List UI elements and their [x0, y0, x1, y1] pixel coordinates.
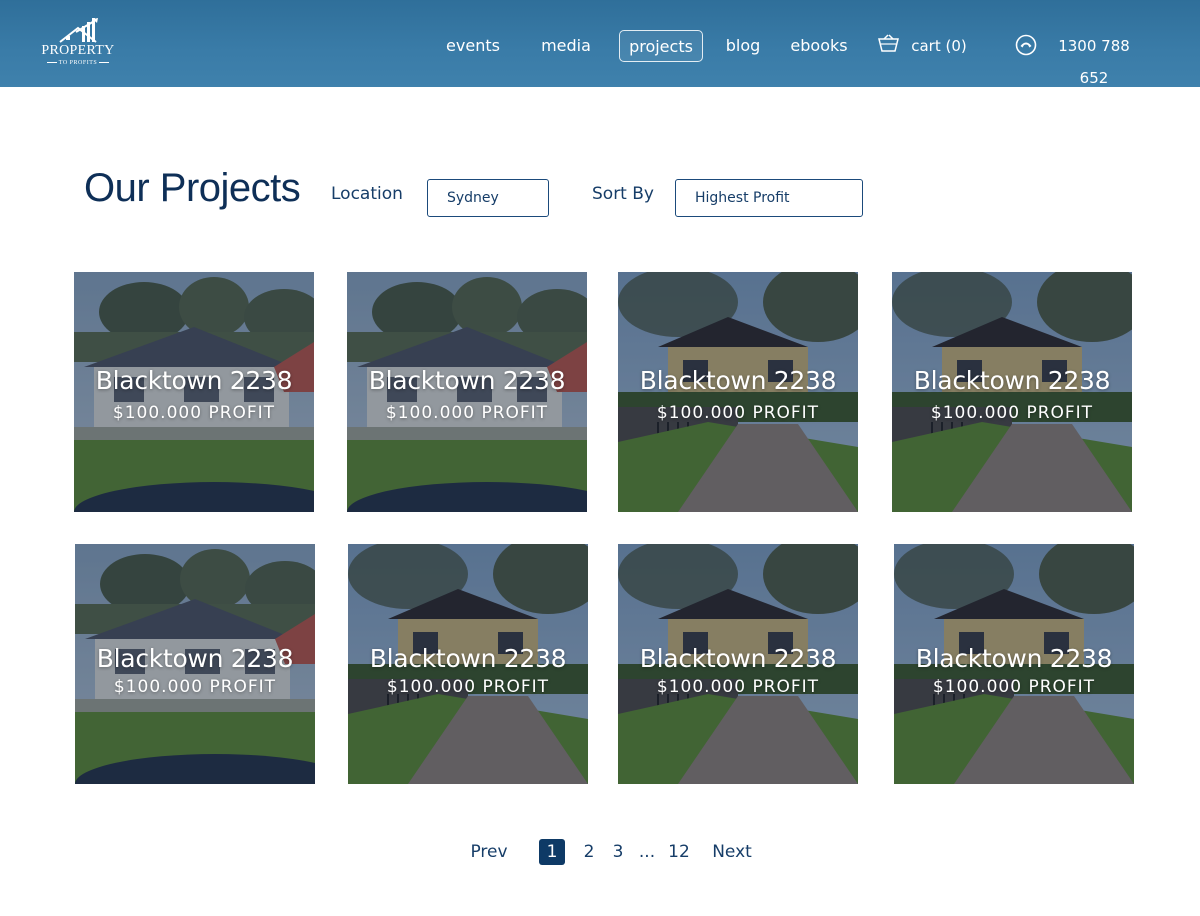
pagination-page-12[interactable]: 12	[666, 839, 692, 865]
phone-icon	[1015, 34, 1037, 56]
sort-select-value: Highest Profit	[695, 190, 790, 206]
project-profit: $100.000 PROFIT	[385, 403, 549, 423]
project-title: Blacktown 2238	[368, 366, 566, 395]
nav-media[interactable]: media	[538, 30, 594, 62]
cart-icon[interactable]	[878, 34, 899, 54]
project-title: Blacktown 2238	[915, 644, 1113, 673]
project-title: Blacktown 2238	[913, 366, 1111, 395]
nav-ebooks[interactable]: ebooks	[788, 30, 850, 62]
project-card[interactable]: Blacktown 2238 $100.000 PROFIT	[618, 272, 858, 512]
project-card[interactable]: Blacktown 2238 $100.000 PROFIT	[347, 272, 587, 512]
project-profit: $100.000 PROFIT	[113, 677, 277, 697]
site-header: PROPERTY TO PROFITS events media project…	[0, 0, 1200, 87]
location-select-value: Sydney	[447, 190, 499, 206]
pagination-page-1[interactable]: 1	[539, 839, 565, 865]
nav-events[interactable]: events	[444, 30, 502, 62]
pagination-prev[interactable]: Prev	[468, 839, 510, 865]
project-title: Blacktown 2238	[639, 644, 837, 673]
project-profit: $100.000 PROFIT	[112, 403, 276, 423]
project-profit: $100.000 PROFIT	[386, 677, 550, 697]
project-card[interactable]: Blacktown 2238 $100.000 PROFIT	[75, 544, 315, 784]
pagination-next[interactable]: Next	[710, 839, 754, 865]
location-select[interactable]: Sydney	[427, 179, 549, 217]
project-title: Blacktown 2238	[639, 366, 837, 395]
pagination-page-2[interactable]: 2	[579, 839, 599, 865]
nav-phone[interactable]: 1300 788 652	[1042, 30, 1146, 87]
nav-blog[interactable]: blog	[722, 30, 764, 62]
pagination-page-3[interactable]: 3	[608, 839, 628, 865]
logo-wordmark: PROPERTY	[41, 43, 115, 58]
project-profit: $100.000 PROFIT	[656, 403, 820, 423]
pagination-ellipsis: ...	[638, 842, 656, 862]
project-title: Blacktown 2238	[96, 644, 294, 673]
project-card[interactable]: Blacktown 2238 $100.000 PROFIT	[618, 544, 858, 784]
sort-select[interactable]: Highest Profit	[675, 179, 863, 217]
project-card[interactable]: Blacktown 2238 $100.000 PROFIT	[348, 544, 588, 784]
page-title: Our Projects	[84, 166, 301, 210]
project-title: Blacktown 2238	[369, 644, 567, 673]
project-card[interactable]: Blacktown 2238 $100.000 PROFIT	[894, 544, 1134, 784]
project-card[interactable]: Blacktown 2238 $100.000 PROFIT	[892, 272, 1132, 512]
logo-house-icon	[59, 18, 98, 43]
project-title: Blacktown 2238	[95, 366, 293, 395]
nav-cart[interactable]: cart (0)	[908, 30, 970, 62]
logo[interactable]: PROPERTY TO PROFITS	[38, 16, 118, 72]
logo-tagline: TO PROFITS	[38, 60, 118, 66]
project-profit: $100.000 PROFIT	[930, 403, 1094, 423]
location-label: Location	[331, 184, 403, 204]
sort-label: Sort By	[592, 184, 654, 204]
project-profit: $100.000 PROFIT	[932, 677, 1096, 697]
project-card[interactable]: Blacktown 2238 $100.000 PROFIT	[74, 272, 314, 512]
project-profit: $100.000 PROFIT	[656, 677, 820, 697]
nav-projects[interactable]: projects	[619, 30, 703, 62]
